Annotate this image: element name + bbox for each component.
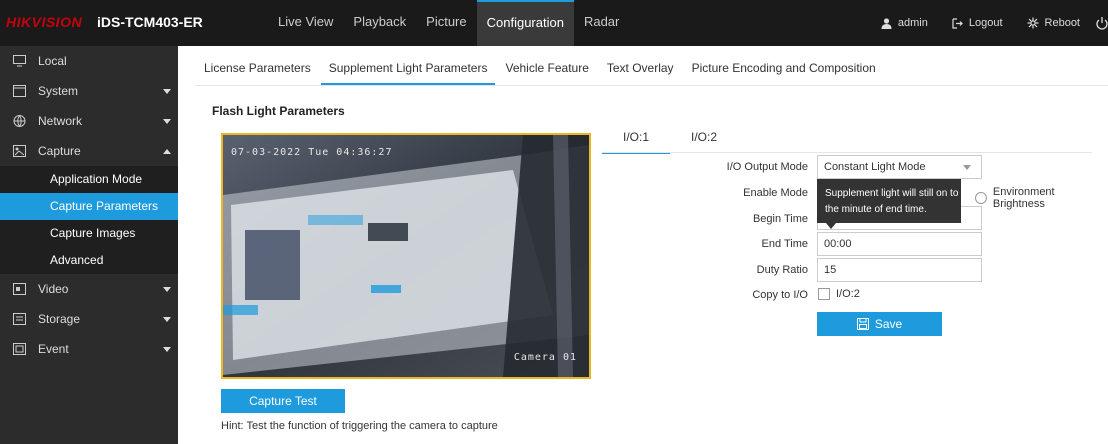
tooltip-arrow [826, 223, 836, 229]
chevron-up-icon [163, 149, 171, 154]
system-icon [13, 85, 26, 97]
duty-ratio-input[interactable]: 15 [817, 258, 982, 282]
user-name: admin [897, 17, 928, 29]
config-tabs: License Parameters Supplement Light Para… [196, 61, 886, 85]
tab-supplement-light-parameters[interactable]: Supplement Light Parameters [320, 61, 496, 85]
logout-button[interactable]: Logout [952, 17, 1003, 29]
sidebar-item-label: Event [38, 342, 69, 356]
tabs-divider [196, 85, 1108, 86]
reboot-label: Reboot [1044, 17, 1080, 29]
io-tabs: I/O:1 I/O:2 [602, 130, 738, 154]
enable-mode-label: Enable Mode [743, 187, 808, 199]
environment-brightness-label: Environment Brightness [992, 186, 1055, 210]
nav-live-view[interactable]: Live View [268, 0, 343, 46]
video-camera-overlay: Camera 01 [513, 352, 577, 363]
tooltip-line-2: the minute of end time. [825, 204, 927, 215]
io-output-mode-label: I/O Output Mode [726, 161, 808, 173]
top-right-actions: admin Logout Reboot [881, 0, 1108, 46]
sidebar-subitem-capture-parameters[interactable]: Capture Parameters [0, 193, 178, 220]
sidebar-subitem-advanced[interactable]: Advanced [0, 247, 178, 274]
nav-picture[interactable]: Picture [416, 0, 476, 46]
nav-configuration[interactable]: Configuration [476, 0, 574, 46]
save-label: Save [874, 317, 903, 331]
brand-logo: HIKVISION [6, 14, 83, 30]
nav-playback[interactable]: Playback [343, 0, 416, 46]
sidebar-item-capture[interactable]: Capture [0, 136, 178, 166]
sidebar-item-label: Network [38, 114, 83, 128]
begin-time-label: Begin Time [752, 213, 808, 225]
save-icon [856, 318, 869, 330]
power-icon[interactable] [1096, 16, 1108, 30]
capture-hint: Hint: Test the function of triggering th… [221, 420, 498, 432]
chevron-down-icon [163, 119, 171, 124]
video-icon [13, 283, 26, 295]
sidebar-item-storage[interactable]: Storage [0, 304, 178, 334]
duty-ratio-label: Duty Ratio [756, 264, 808, 276]
tab-license-parameters[interactable]: License Parameters [196, 61, 319, 85]
sidebar-subitem-capture-images[interactable]: Capture Images [0, 220, 178, 247]
sidebar-item-label: System [38, 84, 79, 98]
sidebar: Local System Network Capture Application… [0, 46, 178, 444]
reboot-icon [1027, 17, 1039, 29]
io-output-mode-value: Constant Light Mode [824, 161, 926, 173]
tab-text-overlay[interactable]: Text Overlay [599, 61, 682, 85]
capture-test-button[interactable]: Capture Test [221, 389, 345, 413]
copy-io2-checkbox[interactable] [818, 288, 830, 300]
sidebar-item-network[interactable]: Network [0, 106, 178, 136]
video-frame-image [223, 135, 589, 377]
globe-icon [13, 115, 26, 127]
save-button[interactable]: Save [817, 312, 942, 336]
chevron-down-icon [163, 317, 171, 322]
reboot-button[interactable]: Reboot [1027, 17, 1080, 29]
chevron-down-icon [163, 89, 171, 94]
main-nav: Live View Playback Picture Configuration… [268, 0, 629, 46]
chevron-down-icon [163, 347, 171, 352]
section-title: Flash Light Parameters [212, 104, 345, 118]
storage-icon [13, 313, 26, 325]
tab-io-1[interactable]: I/O:1 [602, 130, 670, 154]
tooltip-line-1: Supplement light will still on to [825, 188, 959, 199]
sidebar-item-system[interactable]: System [0, 76, 178, 106]
device-model: iDS-TCM403-ER [97, 14, 203, 30]
tab-io-2[interactable]: I/O:2 [670, 130, 738, 154]
environment-brightness-option[interactable]: Environment Brightness [975, 186, 1108, 210]
tooltip: Supplement light will still on to the mi… [817, 179, 961, 223]
environment-brightness-radio[interactable] [975, 192, 987, 204]
tab-vehicle-feature[interactable]: Vehicle Feature [497, 61, 596, 85]
sidebar-item-label: Capture [38, 144, 81, 158]
sidebar-item-label: Storage [38, 312, 81, 326]
user-icon [881, 17, 892, 29]
monitor-icon [13, 55, 26, 67]
io-output-mode-select[interactable]: Constant Light Mode [817, 155, 982, 179]
sidebar-item-video[interactable]: Video [0, 274, 178, 304]
top-bar: HIKVISION iDS-TCM403-ER Live View Playba… [0, 0, 1108, 46]
sidebar-item-label: Video [38, 282, 69, 296]
capture-icon [13, 145, 26, 157]
video-timestamp-overlay: 07-03-2022 Tue 04:36:27 [231, 147, 393, 158]
sidebar-subitem-application-mode[interactable]: Application Mode [0, 166, 178, 193]
io-tabs-divider [602, 152, 1092, 153]
sidebar-item-event[interactable]: Event [0, 334, 178, 364]
end-time-label: End Time [761, 238, 808, 250]
end-time-input[interactable]: 00:00 [817, 232, 982, 256]
video-preview: 07-03-2022 Tue 04:36:27 Camera 01 [221, 133, 591, 379]
chevron-down-icon [163, 287, 171, 292]
user-menu[interactable]: admin [881, 17, 928, 29]
copy-to-io-label: Copy to I/O [752, 289, 808, 301]
event-icon [13, 343, 26, 355]
tab-picture-encoding[interactable]: Picture Encoding and Composition [684, 61, 884, 85]
main-content: License Parameters Supplement Light Para… [178, 46, 1108, 444]
sidebar-item-local[interactable]: Local [0, 46, 178, 76]
sidebar-item-label: Local [38, 54, 67, 68]
nav-radar[interactable]: Radar [574, 0, 629, 46]
chevron-down-icon [963, 165, 971, 170]
logout-icon [952, 17, 963, 29]
copy-io2-label: I/O:2 [836, 288, 860, 300]
logout-label: Logout [968, 17, 1003, 29]
